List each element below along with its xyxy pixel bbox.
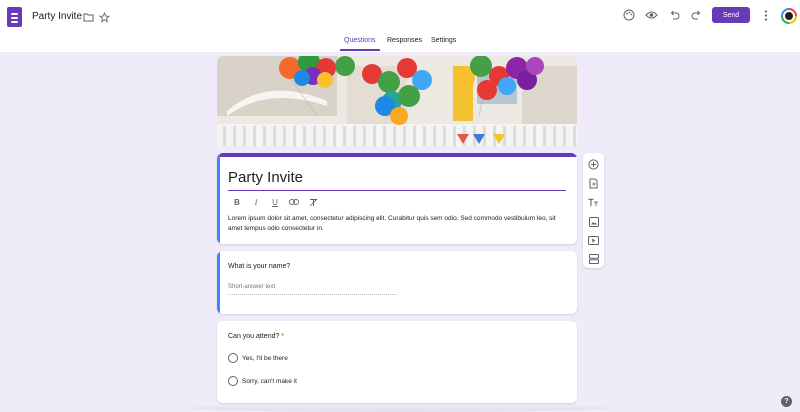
account-avatar[interactable]: [781, 8, 797, 24]
theme-color-strip: [217, 153, 577, 157]
forms-logo-icon[interactable]: [7, 7, 22, 27]
help-icon[interactable]: ?: [781, 396, 792, 407]
floating-toolbar: [583, 153, 604, 268]
form-title-card: Party Invite B I U Lorem ipsum dolor sit…: [217, 153, 577, 244]
add-video-icon[interactable]: [588, 235, 599, 246]
option-label[interactable]: Yes, I'll be there: [242, 355, 288, 362]
focus-indicator: [217, 153, 220, 244]
top-header: Party Invite Send Questions Responses Se…: [0, 0, 800, 52]
clear-format-icon[interactable]: [307, 196, 319, 208]
add-question-icon[interactable]: [588, 159, 599, 170]
link-icon[interactable]: [288, 196, 300, 208]
more-vert-icon[interactable]: [758, 7, 774, 23]
tab-settings[interactable]: Settings: [431, 37, 456, 44]
question-card[interactable]: What is your name? Short-answer text: [217, 251, 577, 314]
add-title-icon[interactable]: [588, 197, 599, 208]
underline-button[interactable]: U: [269, 196, 281, 208]
short-answer-placeholder: Short-answer text: [228, 284, 276, 290]
bold-button[interactable]: B: [231, 196, 243, 208]
tab-bar: Questions Responses Settings: [0, 36, 800, 52]
page-bottom-shadow: [190, 404, 610, 412]
option-label[interactable]: Sorry, can't make it: [242, 378, 297, 385]
palette-icon[interactable]: [621, 7, 637, 23]
document-title[interactable]: Party Invite: [32, 11, 82, 22]
radio-button[interactable]: [228, 353, 238, 363]
move-to-folder-icon[interactable]: [80, 9, 96, 25]
redo-icon[interactable]: [688, 7, 704, 23]
undo-icon[interactable]: [666, 7, 682, 23]
form-description[interactable]: Lorem ipsum dolor sit amet, consectetur …: [228, 214, 566, 233]
preview-eye-icon[interactable]: [643, 7, 659, 23]
italic-button[interactable]: I: [250, 196, 262, 208]
tab-questions[interactable]: Questions: [344, 37, 376, 44]
short-answer-underline: [228, 294, 397, 295]
star-icon[interactable]: [96, 9, 112, 25]
question-title: Can you attend? *: [228, 333, 285, 340]
focus-indicator: [217, 251, 220, 314]
active-tab-indicator: [340, 49, 380, 51]
add-section-icon[interactable]: [588, 253, 599, 264]
import-questions-icon[interactable]: [588, 178, 599, 189]
send-button[interactable]: Send: [712, 7, 750, 23]
required-asterisk: *: [281, 333, 285, 340]
title-underline: [228, 190, 566, 191]
question-card[interactable]: Can you attend? * Yes, I'll be there Sorr…: [217, 321, 577, 403]
tab-responses[interactable]: Responses: [387, 37, 422, 44]
header-image: [217, 56, 577, 146]
radio-button[interactable]: [228, 376, 238, 386]
question-title: What is your name?: [228, 263, 291, 270]
add-image-icon[interactable]: [588, 216, 599, 227]
form-title-input[interactable]: Party Invite: [228, 169, 303, 186]
